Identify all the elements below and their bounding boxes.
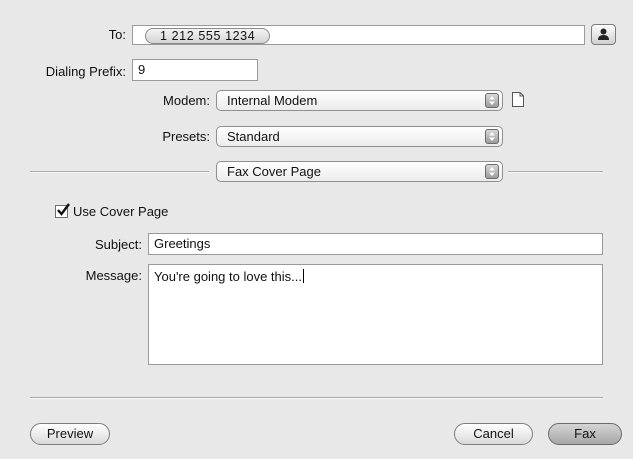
- popup-arrows-icon: [485, 164, 499, 179]
- document-icon[interactable]: [511, 91, 525, 108]
- section-divider-right: [508, 171, 603, 173]
- message-text: You're going to love this...: [154, 269, 302, 284]
- modem-value: Internal Modem: [227, 93, 318, 108]
- address-book-icon: [598, 28, 609, 40]
- section-divider-left: [30, 171, 209, 173]
- presets-value: Standard: [227, 129, 280, 144]
- presets-popup[interactable]: Standard: [216, 126, 503, 147]
- to-field[interactable]: 1 212 555 1234: [132, 25, 585, 45]
- cancel-button[interactable]: Cancel: [454, 423, 533, 445]
- pane-value: Fax Cover Page: [227, 164, 321, 179]
- text-cursor: [303, 269, 304, 283]
- presets-label: Presets:: [162, 129, 210, 144]
- recipient-token[interactable]: 1 212 555 1234: [145, 28, 271, 44]
- message-label: Message:: [85, 268, 142, 283]
- checkmark-icon: [57, 203, 70, 216]
- dialing-prefix-label: Dialing Prefix:: [45, 64, 126, 79]
- use-cover-page-label[interactable]: Use Cover Page: [73, 204, 168, 220]
- bottom-divider: [30, 397, 603, 399]
- dialing-prefix-field[interactable]: 9: [132, 59, 258, 81]
- to-label: To:: [108, 27, 126, 42]
- popup-arrows-icon: [485, 93, 499, 108]
- fax-button[interactable]: Fax: [548, 423, 622, 445]
- subject-field[interactable]: Greetings: [148, 233, 603, 255]
- popup-arrows-icon: [485, 129, 499, 144]
- message-area[interactable]: You're going to love this...: [148, 264, 603, 365]
- subject-label: Subject:: [95, 237, 142, 252]
- pane-popup[interactable]: Fax Cover Page: [216, 161, 503, 182]
- use-cover-page-checkbox[interactable]: [55, 203, 70, 218]
- preview-button[interactable]: Preview: [30, 423, 110, 445]
- modem-popup[interactable]: Internal Modem: [216, 90, 503, 111]
- address-book-button[interactable]: [591, 24, 616, 45]
- modem-label: Modem:: [163, 93, 210, 108]
